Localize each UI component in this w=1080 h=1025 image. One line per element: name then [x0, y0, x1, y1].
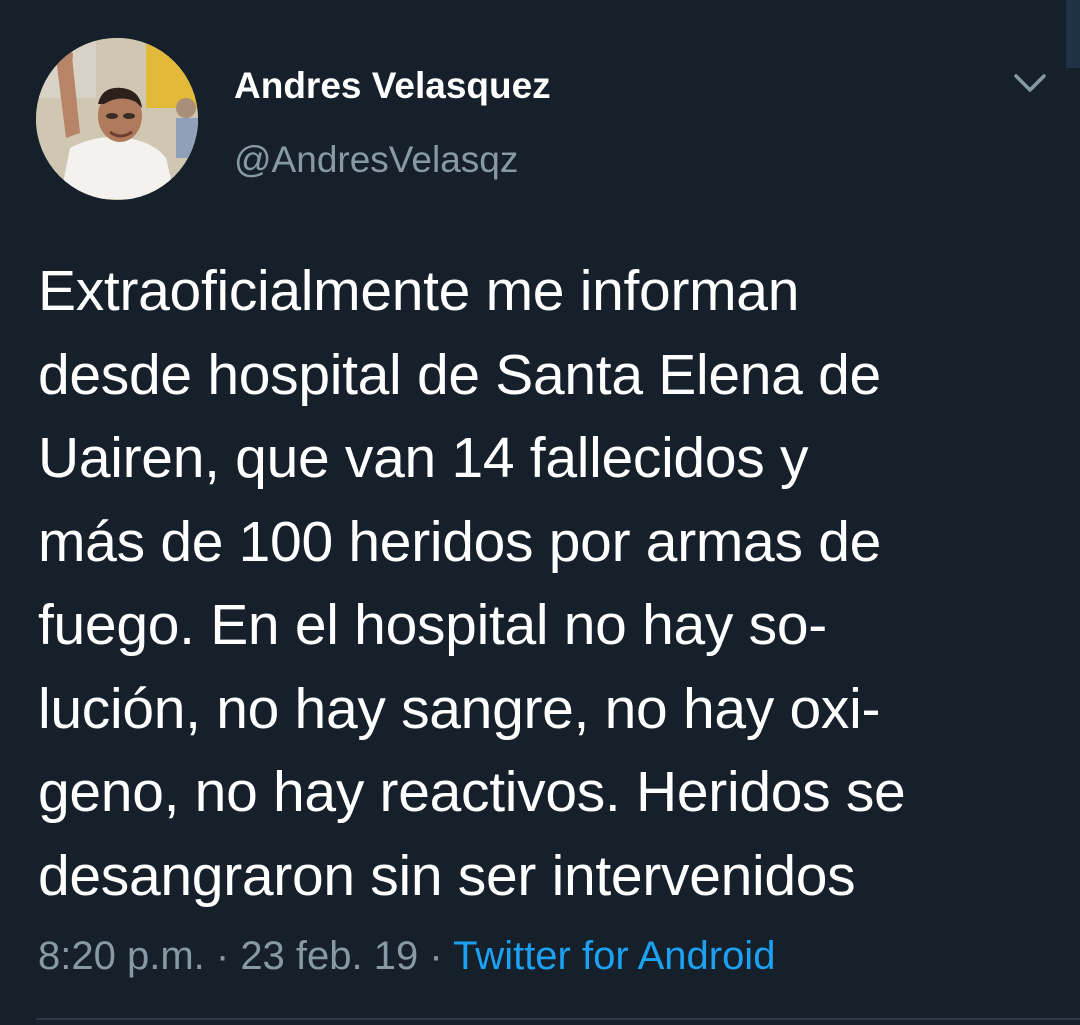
- meta-separator: ·: [418, 934, 454, 978]
- tweet-meta: 8:20 p.m. · 23 feb. 19 · Twitter for And…: [38, 928, 775, 984]
- tweet-source-link[interactable]: Twitter for Android: [453, 934, 775, 978]
- chevron-down-icon[interactable]: [1010, 66, 1050, 100]
- tweet-date: 23 feb. 19: [240, 934, 419, 978]
- avatar-photo: [36, 38, 198, 200]
- avatar[interactable]: [36, 38, 198, 200]
- author-display-name[interactable]: Andres Velasquez: [234, 62, 551, 110]
- tweet-time: 8:20 p.m.: [38, 934, 205, 978]
- divider: [36, 1018, 1080, 1020]
- author-handle[interactable]: @AndresVelasqz: [234, 136, 518, 184]
- tweet-text: Extraoficialmente me informan desde hosp…: [38, 259, 906, 908]
- scrollbar-edge: [1066, 0, 1080, 68]
- meta-separator: ·: [204, 934, 241, 978]
